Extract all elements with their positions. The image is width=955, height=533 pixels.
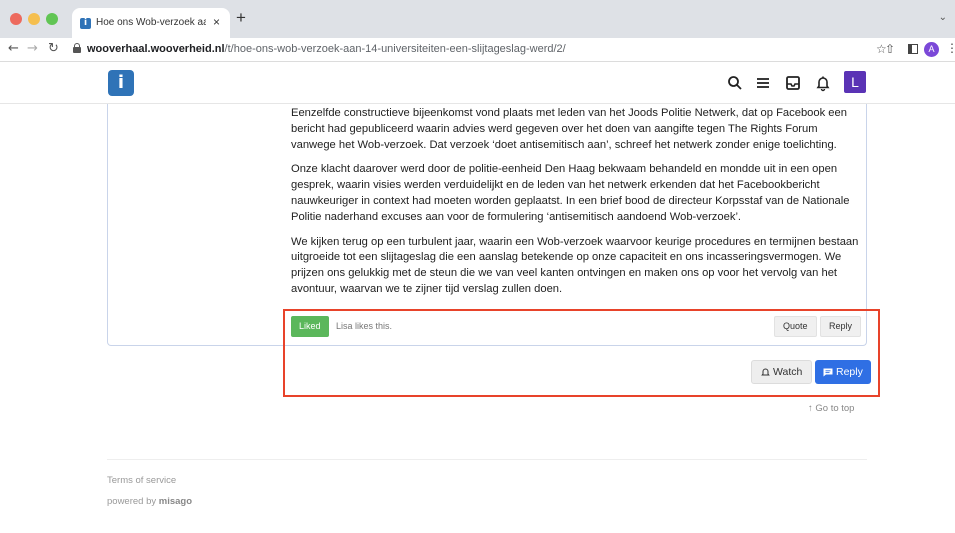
watch-label: Watch — [773, 366, 803, 378]
tab-title: Hoe ons Wob-verzoek aan 14 un — [96, 17, 206, 28]
search-icon[interactable] — [726, 74, 744, 92]
liked-button[interactable]: Liked — [291, 316, 329, 337]
quote-button[interactable]: Quote — [774, 316, 817, 337]
tab-favicon-icon: i — [80, 18, 91, 29]
window-close-dot[interactable] — [10, 13, 22, 25]
powered-prefix: powered by — [107, 496, 157, 507]
go-to-top-link[interactable]: ↑ Go to top — [808, 403, 854, 414]
window-zoom-dot[interactable] — [46, 13, 58, 25]
lock-icon[interactable] — [73, 43, 81, 53]
side-panel-icon[interactable] — [908, 44, 918, 54]
profile-avatar[interactable]: A — [924, 42, 939, 57]
reload-icon[interactable]: ↻ — [48, 42, 59, 56]
bell-icon — [761, 368, 770, 376]
likes-text[interactable]: Lisa likes this. — [336, 321, 392, 331]
post-reply-button[interactable]: Reply — [820, 316, 862, 337]
url-domain: wooverhaal.wooverheid.nl — [87, 43, 225, 55]
watch-button[interactable]: Watch — [751, 360, 813, 384]
site-logo[interactable]: i — [108, 70, 134, 96]
url-field[interactable]: wooverhaal.wooverheid.nl/t/hoe-ons-wob-v… — [87, 43, 566, 55]
reply-label: Reply — [836, 366, 863, 378]
post-paragraph: Eenzelfde constructieve bijeenkomst vond… — [291, 107, 847, 151]
browser-tab-bar: i Hoe ons Wob-verzoek aan 14 un × + ⌄ — [0, 0, 955, 38]
tab-list-chevron-icon[interactable]: ⌄ — [939, 12, 947, 23]
browser-address-bar: ← → ↻ wooverhaal.wooverheid.nl/t/hoe-ons… — [0, 38, 955, 62]
user-avatar[interactable]: L — [844, 71, 866, 93]
kebab-menu-icon[interactable]: ⋮ — [946, 41, 955, 55]
post-body: Eenzelfde constructieve bijeenkomst vond… — [291, 106, 861, 307]
misago-link[interactable]: misago — [159, 496, 192, 507]
site-navbar: i L — [0, 62, 955, 104]
url-path: /t/hoe-ons-wob-verzoek-aan-14-universite… — [224, 43, 566, 55]
chat-icon — [823, 368, 833, 377]
inbox-icon[interactable] — [784, 74, 802, 92]
back-icon[interactable]: ← — [8, 42, 19, 56]
new-tab-icon[interactable]: + — [236, 9, 246, 27]
browser-tab[interactable]: i Hoe ons Wob-verzoek aan 14 un × — [72, 8, 230, 38]
powered-by: powered by misago — [107, 496, 192, 507]
post-paragraph: We kijken terug op een turbulent jaar, w… — [291, 235, 859, 295]
post-paragraph: Onze klacht daarover werd door de politi… — [291, 163, 850, 223]
window-minimize-dot[interactable] — [28, 13, 40, 25]
terms-of-service-link[interactable]: Terms of service — [107, 475, 176, 486]
forward-icon[interactable]: → — [27, 42, 38, 56]
post-footer: Liked Lisa likes this. Quote Reply — [291, 316, 862, 338]
thread-reply-button[interactable]: Reply — [815, 360, 871, 384]
tab-close-icon[interactable]: × — [213, 15, 220, 29]
footer-divider — [107, 459, 867, 460]
menu-icon[interactable] — [754, 74, 772, 92]
star-icon[interactable]: ☆ — [876, 42, 887, 56]
bell-icon[interactable] — [814, 74, 832, 92]
